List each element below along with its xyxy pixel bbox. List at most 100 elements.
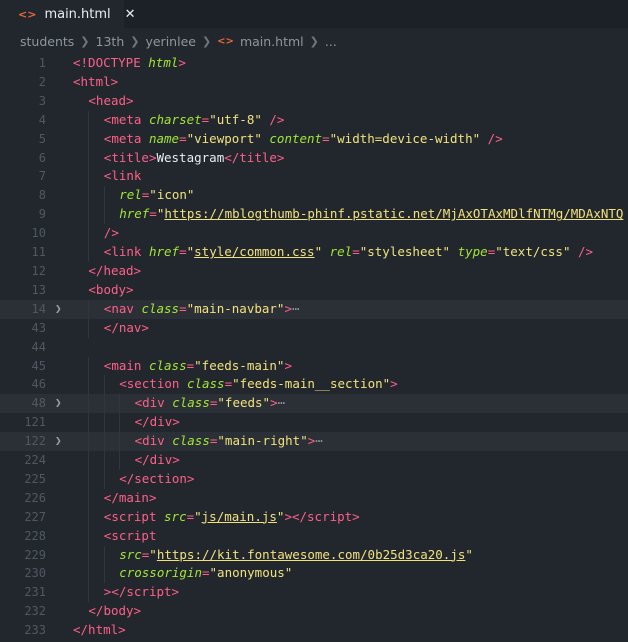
code-line[interactable]: 228 <script	[0, 526, 628, 546]
html-icon: <>	[18, 7, 37, 21]
indent-guide	[103, 375, 105, 395]
indent-guide	[88, 526, 90, 546]
indent-guide	[88, 488, 90, 508]
breadcrumb-item-13th[interactable]: 13th	[96, 34, 125, 49]
code-text: rel="icon"	[119, 187, 195, 203]
code-text: <meta name="viewport" content="width=dev…	[103, 130, 503, 146]
indent-guide	[103, 469, 105, 489]
indent-guide	[119, 413, 121, 433]
code-text: crossorigin="anonymous"	[119, 565, 293, 581]
code-editor[interactable]: 1 <!DOCTYPE html> 2 <html> 3 <head> 4 <meta cha…	[0, 54, 628, 640]
code-text: <title>Westagram</title>	[103, 149, 285, 165]
indent-guide	[88, 507, 90, 527]
code-line[interactable]: 45 <main class="feeds-main">	[0, 356, 628, 376]
code-text: <div class="feeds">⋯	[134, 395, 286, 411]
indent-guide	[88, 394, 90, 414]
code-text: ></script>	[103, 584, 180, 600]
indent-guide	[103, 205, 105, 225]
line-number: 229	[24, 547, 46, 562]
breadcrumb-item-file[interactable]: main.html	[240, 34, 304, 49]
code-line[interactable]: 230 crossorigin="anonymous"	[0, 564, 628, 584]
indent-guide	[88, 110, 90, 130]
code-line[interactable]: 122 ❯ <div class="main-right">⋯	[0, 432, 628, 452]
code-line[interactable]: 226 </main>	[0, 488, 628, 508]
code-line[interactable]: 229 src="https://kit.fontawesome.com/0b25…	[0, 545, 628, 565]
code-line[interactable]: 233 </html>	[0, 621, 628, 640]
line-number: 11	[31, 245, 46, 260]
line-number: 44	[31, 339, 46, 354]
code-line[interactable]: 48 ❯ <div class="feeds">⋯	[0, 394, 628, 414]
code-line[interactable]: 231 ></script>	[0, 583, 628, 603]
code-text: </section>	[119, 470, 195, 486]
code-line[interactable]: 232 </body>	[0, 602, 628, 621]
code-text: </main>	[103, 489, 157, 505]
code-text: <nav class="main-navbar">⋯	[103, 300, 300, 316]
breadcrumb-item-symbols[interactable]: ...	[325, 34, 337, 49]
code-line[interactable]: 2 <html>	[0, 73, 628, 92]
code-line[interactable]: 7 <link	[0, 167, 628, 187]
code-line[interactable]: 14 ❯ <nav class="main-navbar">⋯	[0, 299, 628, 319]
breadcrumb-item-yerinlee[interactable]: yerinlee	[145, 34, 195, 49]
fold-chevron-icon[interactable]: ❯	[55, 432, 62, 451]
line-number: 4	[38, 112, 46, 127]
indent-guide	[88, 451, 90, 470]
code-line[interactable]: 12 </head>	[0, 262, 628, 281]
code-line[interactable]: 9 href="https://mblogthumb-phinf.pstatic.…	[0, 205, 628, 225]
code-line[interactable]: 227 <script src="js/main.js"></script>	[0, 507, 628, 527]
indent-guide	[88, 167, 90, 187]
code-text: />	[103, 225, 119, 241]
code-text: <section class="feeds-main__section">	[119, 376, 398, 392]
indent-guide	[88, 148, 90, 168]
indent-guide	[119, 394, 121, 414]
code-text: <script src="js/main.js"></script>	[103, 508, 360, 524]
line-number: 2	[38, 74, 46, 89]
line-number: 45	[31, 358, 46, 373]
code-line[interactable]: 225 </section>	[0, 469, 628, 489]
code-line[interactable]: 13 <body>	[0, 281, 628, 300]
code-line[interactable]: 3 <head>	[0, 92, 628, 111]
indent-guide	[88, 129, 90, 149]
code-text: </div>	[134, 414, 180, 430]
line-number: 9	[38, 207, 46, 222]
code-text: <main class="feeds-main">	[103, 357, 292, 373]
code-text: <meta charset="utf-8" />	[103, 111, 285, 127]
indent-guide	[103, 564, 105, 584]
code-line[interactable]: 4 <meta charset="utf-8" />	[0, 110, 628, 130]
breadcrumb: students ❯ 13th ❯ yerinlee ❯ <> main.htm…	[0, 28, 628, 54]
indent-guide	[88, 564, 90, 584]
indent-guide	[88, 469, 90, 489]
line-number: 225	[24, 471, 46, 486]
line-number: 14	[31, 301, 46, 316]
code-text: <html>	[73, 73, 119, 89]
indent-guide	[88, 413, 90, 433]
line-number: 5	[38, 131, 46, 146]
code-line[interactable]: 43 </nav>	[0, 318, 628, 338]
code-line[interactable]: 1 <!DOCTYPE html>	[0, 54, 628, 73]
code-line[interactable]: 46 <section class="feeds-main__section">	[0, 375, 628, 395]
code-line[interactable]: 8 rel="icon"	[0, 186, 628, 206]
code-line[interactable]: 10 />	[0, 224, 628, 244]
breadcrumb-item-students[interactable]: students	[20, 34, 74, 49]
code-line[interactable]: 11 <link href="style/common.css" rel="sty…	[0, 243, 628, 262]
line-number: 46	[31, 377, 46, 392]
line-number: 48	[31, 396, 46, 411]
line-number: 224	[24, 453, 46, 468]
code-text: <link	[103, 168, 142, 184]
indent-guide	[119, 432, 121, 452]
fold-chevron-icon[interactable]: ❯	[55, 300, 62, 319]
code-line[interactable]: 6 <title>Westagram</title>	[0, 148, 628, 168]
code-line[interactable]: 5 <meta name="viewport" content="width=de…	[0, 129, 628, 149]
close-icon[interactable]: ✕	[125, 7, 136, 22]
tab-main-html[interactable]: <> main.html ✕	[0, 0, 136, 28]
code-line[interactable]: 44	[0, 338, 628, 357]
code-line[interactable]: 224 </div>	[0, 451, 628, 470]
line-number: 12	[31, 263, 46, 278]
indent-guide	[88, 224, 90, 244]
indent-guide	[88, 243, 90, 262]
indent-guide	[119, 451, 121, 470]
fold-chevron-icon[interactable]: ❯	[55, 394, 62, 413]
code-line[interactable]: 121 </div>	[0, 413, 628, 433]
code-text: </body>	[88, 603, 142, 619]
line-number: 43	[31, 320, 46, 335]
line-number: 231	[24, 585, 46, 600]
